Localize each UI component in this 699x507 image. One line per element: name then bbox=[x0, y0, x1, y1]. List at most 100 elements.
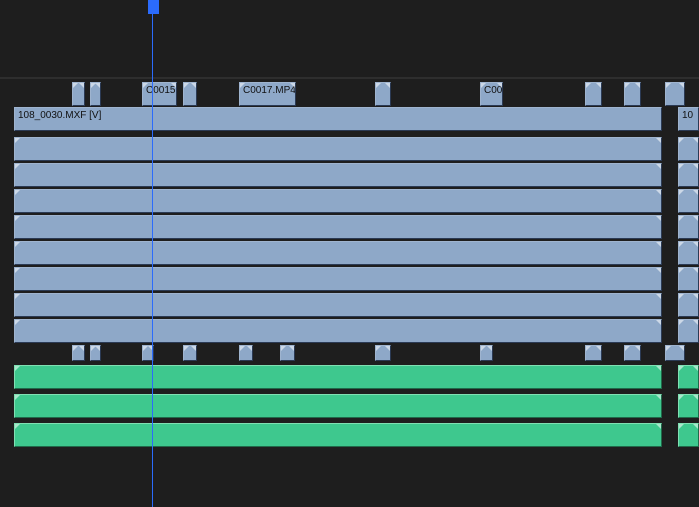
video-clip[interactable] bbox=[183, 345, 197, 361]
clip-handle-right-icon bbox=[148, 346, 154, 352]
timeline-panel[interactable]: C0015. C0017.MP4 C00 108_0030.MXF [V] 10 bbox=[0, 0, 699, 507]
clip-handle-left-icon bbox=[678, 395, 684, 401]
video-clip[interactable] bbox=[678, 215, 699, 239]
video-clip[interactable]: C00 bbox=[480, 82, 503, 106]
video-clip[interactable] bbox=[14, 189, 662, 213]
video-clip[interactable] bbox=[72, 82, 85, 106]
video-clip[interactable] bbox=[375, 82, 391, 106]
video-lane[interactable] bbox=[0, 163, 699, 188]
video-clip[interactable] bbox=[183, 82, 197, 106]
video-clip[interactable] bbox=[14, 267, 662, 291]
clip-handle-left-icon bbox=[678, 268, 684, 274]
video-clip[interactable] bbox=[678, 319, 699, 343]
video-lane[interactable] bbox=[0, 319, 699, 344]
clip-handle-right-icon bbox=[656, 268, 662, 274]
video-lane[interactable] bbox=[0, 241, 699, 266]
video-clip[interactable] bbox=[480, 345, 493, 361]
clip-handle-right-icon bbox=[656, 138, 662, 144]
video-clip[interactable] bbox=[678, 189, 699, 213]
video-clip[interactable]: C0017.MP4 bbox=[239, 82, 296, 106]
clip-handle-right-icon bbox=[385, 83, 391, 89]
video-clip[interactable] bbox=[14, 137, 662, 161]
clip-handle-left-icon bbox=[14, 164, 20, 170]
playhead-handle[interactable] bbox=[148, 0, 159, 14]
time-ruler[interactable] bbox=[0, 77, 699, 79]
video-clip[interactable] bbox=[678, 293, 699, 317]
clip-handle-right-icon bbox=[191, 346, 197, 352]
video-lane[interactable] bbox=[0, 215, 699, 240]
clip-handle-right-icon bbox=[656, 164, 662, 170]
clip-handle-left-icon bbox=[14, 395, 20, 401]
audio-clip[interactable] bbox=[678, 423, 699, 447]
video-clip[interactable] bbox=[14, 293, 662, 317]
clip-handle-right-icon bbox=[95, 346, 101, 352]
video-clip[interactable] bbox=[665, 82, 685, 106]
clip-handle-left-icon bbox=[624, 346, 630, 352]
clip-handle-right-icon bbox=[635, 346, 641, 352]
video-track-v1[interactable]: 108_0030.MXF [V] 10 bbox=[0, 107, 699, 132]
video-clip[interactable] bbox=[585, 345, 602, 361]
video-clip[interactable] bbox=[624, 345, 641, 361]
video-lane[interactable] bbox=[0, 267, 699, 292]
video-clip[interactable] bbox=[678, 267, 699, 291]
clip-label: 108_0030.MXF [V] bbox=[18, 110, 101, 121]
clip-handle-right-icon bbox=[79, 83, 85, 89]
clip-handle-right-icon bbox=[191, 83, 197, 89]
clip-handle-right-icon bbox=[693, 216, 699, 222]
clip-handle-left-icon bbox=[678, 164, 684, 170]
clip-handle-right-icon bbox=[487, 346, 493, 352]
video-clip[interactable] bbox=[624, 82, 641, 106]
video-clip[interactable] bbox=[665, 345, 685, 361]
audio-track[interactable] bbox=[0, 394, 699, 421]
audio-clip[interactable] bbox=[678, 394, 699, 418]
video-track-v2[interactable]: C0015. C0017.MP4 C00 bbox=[0, 82, 699, 107]
clip-handle-right-icon bbox=[693, 320, 699, 326]
video-track-markers[interactable] bbox=[0, 345, 699, 363]
clip-handle-left-icon bbox=[585, 83, 591, 89]
audio-track[interactable] bbox=[0, 365, 699, 392]
clip-handle-left-icon bbox=[14, 366, 20, 372]
clip-handle-left-icon bbox=[239, 346, 245, 352]
video-clip[interactable] bbox=[14, 241, 662, 265]
video-clip[interactable] bbox=[14, 163, 662, 187]
clip-handle-left-icon bbox=[678, 294, 684, 300]
clip-handle-right-icon bbox=[693, 138, 699, 144]
clip-handle-left-icon bbox=[585, 346, 591, 352]
video-clip[interactable] bbox=[375, 345, 391, 361]
video-clip[interactable] bbox=[90, 82, 101, 106]
audio-clip[interactable] bbox=[14, 394, 662, 418]
video-clip[interactable] bbox=[90, 345, 101, 361]
video-lane[interactable] bbox=[0, 137, 699, 162]
clip-handle-left-icon bbox=[678, 190, 684, 196]
video-clip[interactable] bbox=[678, 241, 699, 265]
audio-track[interactable] bbox=[0, 423, 699, 450]
audio-clip[interactable] bbox=[14, 365, 662, 389]
video-clip[interactable] bbox=[239, 345, 253, 361]
clip-handle-left-icon bbox=[665, 83, 671, 89]
video-clip[interactable] bbox=[14, 215, 662, 239]
clip-handle-left-icon bbox=[480, 346, 486, 352]
video-clip[interactable] bbox=[585, 82, 602, 106]
audio-clip[interactable] bbox=[678, 365, 699, 389]
video-lane[interactable] bbox=[0, 293, 699, 318]
video-clip[interactable] bbox=[280, 345, 295, 361]
video-clip[interactable] bbox=[142, 345, 154, 361]
video-lane[interactable] bbox=[0, 189, 699, 214]
video-clip[interactable] bbox=[72, 345, 85, 361]
clip-handle-left-icon bbox=[480, 83, 486, 89]
clip-handle-right-icon bbox=[693, 294, 699, 300]
video-clip[interactable] bbox=[14, 319, 662, 343]
audio-clip[interactable] bbox=[14, 423, 662, 447]
video-clip[interactable]: 10 bbox=[678, 107, 699, 131]
video-clip[interactable] bbox=[678, 137, 699, 161]
clip-handle-right-icon bbox=[679, 346, 685, 352]
clip-handle-right-icon bbox=[95, 83, 101, 89]
clip-handle-left-icon bbox=[678, 424, 684, 430]
video-clip[interactable]: C0015. bbox=[142, 82, 177, 106]
video-clip[interactable]: 108_0030.MXF [V] bbox=[14, 107, 662, 131]
clip-handle-left-icon bbox=[14, 268, 20, 274]
video-clip[interactable] bbox=[678, 163, 699, 187]
clip-handle-left-icon bbox=[142, 83, 148, 89]
clip-handle-right-icon bbox=[171, 83, 177, 89]
clip-handle-right-icon bbox=[693, 242, 699, 248]
